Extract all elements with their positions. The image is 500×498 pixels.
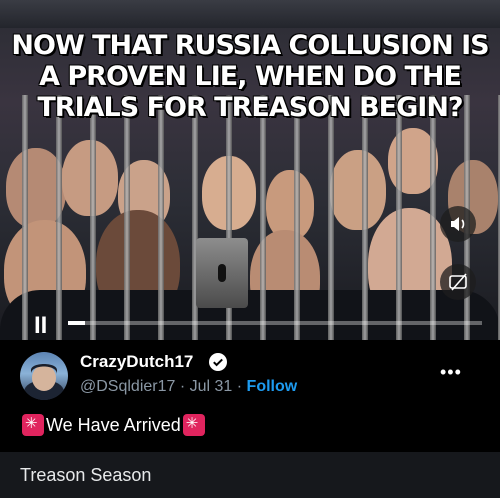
author-handle[interactable]: @DSqldier17	[80, 378, 175, 395]
follow-button[interactable]: Follow	[247, 378, 298, 395]
meta-separator: ·	[175, 378, 190, 395]
captions-button[interactable]	[440, 264, 476, 300]
meta-separator: ·	[232, 378, 247, 395]
siren-emoji-icon	[22, 414, 44, 436]
padlock	[196, 238, 248, 308]
video-progress-bar[interactable]	[68, 321, 482, 325]
bottom-text: Treason Season	[20, 465, 152, 485]
jail-bars	[0, 95, 500, 340]
siren-emoji-icon	[182, 414, 205, 436]
tweet-text-line: We Have Arrived	[20, 414, 207, 436]
pause-button[interactable]: II	[34, 312, 47, 340]
avatar[interactable]	[20, 352, 68, 400]
video-headline: NOW THAT RUSSIA COLLUSION IS A PROVEN LI…	[11, 30, 489, 123]
video-progress-fill	[68, 321, 85, 325]
captions-icon	[449, 273, 467, 291]
tweet-text: We Have Arrived	[46, 414, 181, 435]
avatar-photo	[24, 364, 64, 400]
speaker-icon	[451, 217, 465, 231]
tweet-meta: @DSqldier17 · Jul 31 · Follow	[80, 378, 297, 396]
verified-badge-icon	[209, 353, 227, 371]
author-name[interactable]: CrazyDutch17	[80, 352, 193, 372]
video-player[interactable]: NOW THAT RUSSIA COLLUSION IS A PROVEN LI…	[0, 0, 500, 340]
tweet-date[interactable]: Jul 31	[190, 378, 233, 395]
more-options-icon[interactable]: •••	[440, 362, 462, 383]
volume-button[interactable]	[440, 206, 476, 242]
video-top-strip	[0, 0, 500, 28]
